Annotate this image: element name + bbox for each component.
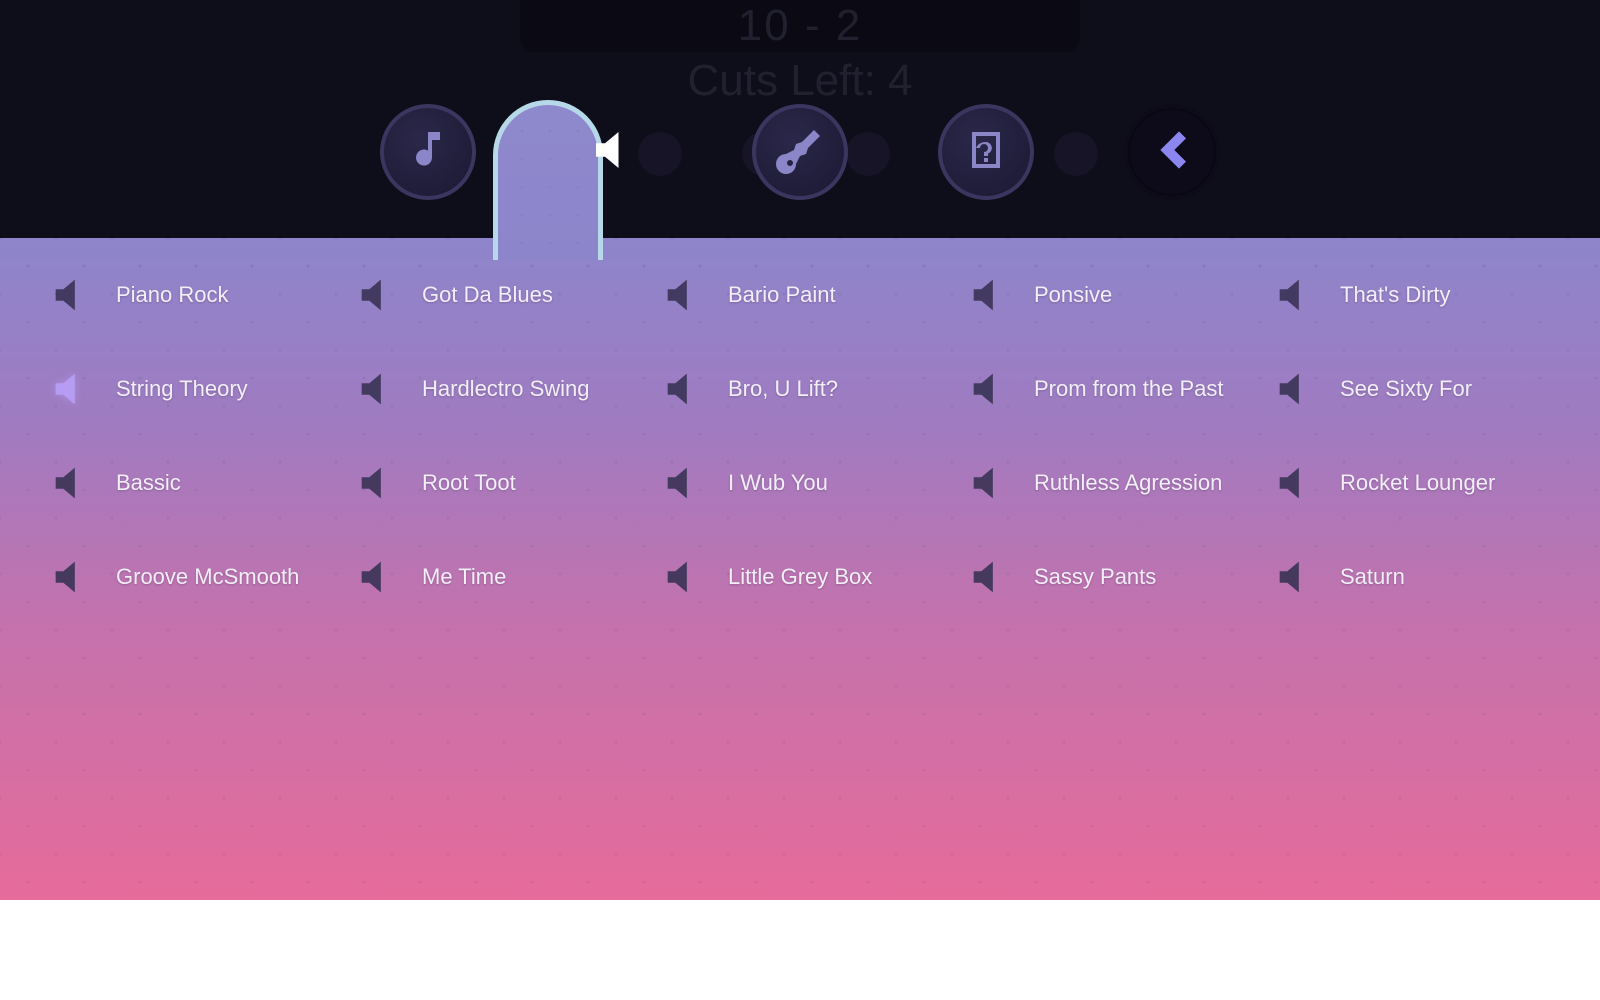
track-item[interactable]: Piano Rock — [40, 248, 336, 342]
track-item[interactable]: Bassic — [40, 436, 336, 530]
track-item[interactable]: That's Dirty — [1264, 248, 1560, 342]
track-label: Rocket Lounger — [1340, 470, 1495, 496]
speaker-icon — [660, 272, 706, 318]
speaker-icon — [48, 272, 94, 318]
back-chevron-icon — [1144, 122, 1200, 183]
track-label: Prom from the Past — [1034, 376, 1224, 402]
track-label: Groove McSmooth — [116, 564, 299, 590]
help-card-icon — [962, 126, 1010, 179]
track-item[interactable]: String Theory — [40, 342, 336, 436]
guitar-icon — [776, 126, 824, 179]
speaker-icon — [966, 366, 1012, 412]
track-item[interactable]: Bario Paint — [652, 248, 948, 342]
track-item[interactable]: Bro, U Lift? — [652, 342, 948, 436]
speaker-icon — [660, 460, 706, 506]
track-item[interactable]: Little Grey Box — [652, 530, 948, 624]
speaker-icon — [48, 554, 94, 600]
track-item[interactable]: Me Time — [346, 530, 642, 624]
track-label: Me Time — [422, 564, 506, 590]
tab-help[interactable] — [938, 104, 1034, 200]
track-grid: Piano Rock Got Da Blues Bario Paint Ponsive… — [0, 238, 1600, 624]
speaker-icon — [354, 366, 400, 412]
speaker-icon — [966, 460, 1012, 506]
speaker-icon — [48, 366, 94, 412]
speaker-icon — [354, 272, 400, 318]
speaker-icon — [1272, 272, 1318, 318]
track-item[interactable]: Saturn — [1264, 530, 1560, 624]
speaker-icon — [354, 554, 400, 600]
speaker-icon — [1272, 366, 1318, 412]
track-panel: Piano Rock Got Da Blues Bario Paint Ponsive… — [0, 238, 1600, 900]
track-label: Bassic — [116, 470, 181, 496]
track-label: Sassy Pants — [1034, 564, 1156, 590]
speaker-icon — [1272, 460, 1318, 506]
back-button[interactable] — [1124, 104, 1220, 200]
tab-sound[interactable] — [566, 104, 662, 200]
speaker-icon — [966, 554, 1012, 600]
track-item[interactable]: I Wub You — [652, 436, 948, 530]
track-item[interactable]: Ponsive — [958, 248, 1254, 342]
speaker-icon — [1272, 554, 1318, 600]
track-label: Got Da Blues — [422, 282, 553, 308]
track-label: Bario Paint — [728, 282, 836, 308]
track-item[interactable]: Hardlectro Swing — [346, 342, 642, 436]
level-indicator: 10 - 2 — [520, 0, 1080, 52]
track-label: Hardlectro Swing — [422, 376, 590, 402]
track-item[interactable]: Prom from the Past — [958, 342, 1254, 436]
track-item[interactable]: Sassy Pants — [958, 530, 1254, 624]
track-label: Saturn — [1340, 564, 1405, 590]
level-label: 10 - 2 — [738, 1, 863, 51]
track-item[interactable]: Root Toot — [346, 436, 642, 530]
speaker-icon — [660, 554, 706, 600]
track-label: Bro, U Lift? — [728, 376, 838, 402]
cuts-left-label: Cuts Left: 4 — [687, 56, 912, 106]
speaker-icon — [354, 460, 400, 506]
track-item[interactable]: Ruthless Agression — [958, 436, 1254, 530]
speaker-icon — [48, 460, 94, 506]
track-item[interactable]: Rocket Lounger — [1264, 436, 1560, 530]
track-label: Ruthless Agression — [1034, 470, 1222, 496]
track-label: That's Dirty — [1340, 282, 1451, 308]
track-label: Piano Rock — [116, 282, 229, 308]
track-item[interactable]: See Sixty For — [1264, 342, 1560, 436]
speaker-icon — [660, 366, 706, 412]
tab-instruments[interactable] — [752, 104, 848, 200]
track-label: Root Toot — [422, 470, 516, 496]
track-label: String Theory — [116, 376, 248, 402]
track-label: See Sixty For — [1340, 376, 1472, 402]
track-label: Ponsive — [1034, 282, 1112, 308]
track-label: I Wub You — [728, 470, 828, 496]
tab-music[interactable] — [380, 104, 476, 200]
track-item[interactable]: Groove McSmooth — [40, 530, 336, 624]
tab-bar — [380, 104, 1220, 200]
track-item[interactable]: Got Da Blues — [346, 248, 642, 342]
speaker-icon — [587, 123, 641, 182]
speaker-icon — [966, 272, 1012, 318]
music-note-icon — [404, 126, 452, 179]
track-label: Little Grey Box — [728, 564, 872, 590]
